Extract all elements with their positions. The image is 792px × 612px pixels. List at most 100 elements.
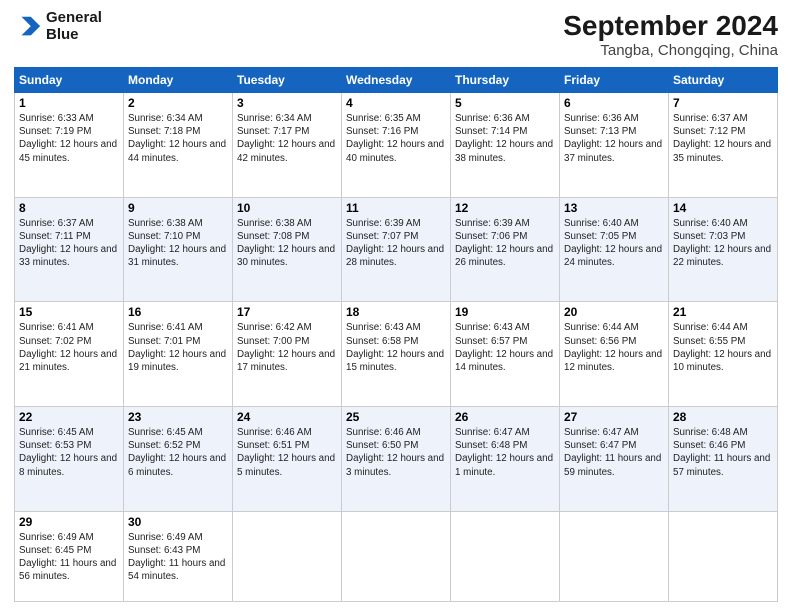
header-thursday: Thursday [451, 68, 560, 93]
day-number: 9 [128, 201, 228, 215]
table-cell: 25 Sunrise: 6:46 AMSunset: 6:50 PMDayligh… [342, 407, 451, 512]
day-info: Sunrise: 6:43 AMSunset: 6:58 PMDaylight:… [346, 321, 446, 374]
day-number: 11 [346, 201, 446, 215]
location-title: Tangba, Chongqing, China [563, 42, 778, 59]
day-info: Sunrise: 6:46 AMSunset: 6:51 PMDaylight:… [237, 426, 337, 479]
table-cell [669, 511, 778, 601]
table-cell: 30Sunrise: 6:49 AMSunset: 6:43 PMDayligh… [124, 511, 233, 601]
day-info: Sunrise: 6:40 AMSunset: 7:05 PMDaylight:… [564, 217, 664, 270]
day-info: Sunrise: 6:47 AMSunset: 6:47 PMDaylight:… [564, 426, 664, 479]
table-cell: 11 Sunrise: 6:39 AMSunset: 7:07 PMDayligh… [342, 197, 451, 302]
table-cell: 27 Sunrise: 6:47 AMSunset: 6:47 PMDayligh… [560, 407, 669, 512]
day-number: 1 [19, 96, 119, 110]
day-info: Sunrise: 6:48 AMSunset: 6:46 PMDaylight:… [673, 426, 773, 479]
calendar-page: General Blue September 2024 Tangba, Chon… [0, 0, 792, 612]
table-cell: 20 Sunrise: 6:44 AMSunset: 6:56 PMDayligh… [560, 302, 669, 407]
table-cell: 1Sunrise: 6:33 AMSunset: 7:19 PMDaylight… [15, 93, 124, 198]
table-cell: 26Sunrise: 6:47 AMSunset: 6:48 PMDayligh… [451, 407, 560, 512]
table-cell: 5 Sunrise: 6:36 AMSunset: 7:14 PMDaylight… [451, 93, 560, 198]
table-cell: 6 Sunrise: 6:36 AMSunset: 7:13 PMDaylight… [560, 93, 669, 198]
header: General Blue September 2024 Tangba, Chon… [14, 10, 778, 59]
day-number: 27 [564, 410, 664, 424]
day-number: 5 [455, 96, 555, 110]
day-info: Sunrise: 6:44 AMSunset: 6:56 PMDaylight:… [564, 321, 664, 374]
day-info: Sunrise: 6:35 AMSunset: 7:16 PMDaylight:… [346, 112, 446, 165]
table-cell: 10Sunrise: 6:38 AMSunset: 7:08 PMDayligh… [233, 197, 342, 302]
day-info: Sunrise: 6:45 AMSunset: 6:52 PMDaylight:… [128, 426, 228, 479]
header-tuesday: Tuesday [233, 68, 342, 93]
day-info: Sunrise: 6:37 AMSunset: 7:11 PMDaylight:… [19, 217, 119, 270]
day-number: 7 [673, 96, 773, 110]
header-friday: Friday [560, 68, 669, 93]
logo: General Blue [14, 10, 102, 43]
day-number: 17 [237, 305, 337, 319]
day-info: Sunrise: 6:45 AMSunset: 6:53 PMDaylight:… [19, 426, 119, 479]
logo-text: General Blue [46, 10, 102, 43]
day-number: 28 [673, 410, 773, 424]
day-info: Sunrise: 6:38 AMSunset: 7:10 PMDaylight:… [128, 217, 228, 270]
table-cell: 3 Sunrise: 6:34 AMSunset: 7:17 PMDaylight… [233, 93, 342, 198]
day-info: Sunrise: 6:43 AMSunset: 6:57 PMDaylight:… [455, 321, 555, 374]
title-block: September 2024 Tangba, Chongqing, China [563, 10, 778, 59]
logo-line1: General [46, 10, 102, 27]
logo-line2: Blue [46, 27, 102, 44]
day-info: Sunrise: 6:44 AMSunset: 6:55 PMDaylight:… [673, 321, 773, 374]
table-cell: 23 Sunrise: 6:45 AMSunset: 6:52 PMDayligh… [124, 407, 233, 512]
table-cell: 15 Sunrise: 6:41 AMSunset: 7:02 PMDayligh… [15, 302, 124, 407]
day-info: Sunrise: 6:37 AMSunset: 7:12 PMDaylight:… [673, 112, 773, 165]
day-number: 19 [455, 305, 555, 319]
day-number: 4 [346, 96, 446, 110]
table-cell: 9 Sunrise: 6:38 AMSunset: 7:10 PMDaylight… [124, 197, 233, 302]
day-info: Sunrise: 6:42 AMSunset: 7:00 PMDaylight:… [237, 321, 337, 374]
day-info: Sunrise: 6:46 AMSunset: 6:50 PMDaylight:… [346, 426, 446, 479]
table-cell: 21 Sunrise: 6:44 AMSunset: 6:55 PMDayligh… [669, 302, 778, 407]
table-cell: 28 Sunrise: 6:48 AMSunset: 6:46 PMDayligh… [669, 407, 778, 512]
day-number: 10 [237, 201, 337, 215]
day-number: 29 [19, 515, 119, 529]
table-cell: 29 Sunrise: 6:49 AMSunset: 6:45 PMDayligh… [15, 511, 124, 601]
day-number: 22 [19, 410, 119, 424]
month-title: September 2024 [563, 10, 778, 42]
table-cell: 24 Sunrise: 6:46 AMSunset: 6:51 PMDayligh… [233, 407, 342, 512]
table-cell: 14 Sunrise: 6:40 AMSunset: 7:03 PMDayligh… [669, 197, 778, 302]
day-number: 18 [346, 305, 446, 319]
table-cell: 22 Sunrise: 6:45 AMSunset: 6:53 PMDayligh… [15, 407, 124, 512]
day-number: 26 [455, 410, 555, 424]
day-info: Sunrise: 6:36 AMSunset: 7:14 PMDaylight:… [455, 112, 555, 165]
day-info: Sunrise: 6:34 AMSunset: 7:17 PMDaylight:… [237, 112, 337, 165]
table-cell: 4 Sunrise: 6:35 AMSunset: 7:16 PMDaylight… [342, 93, 451, 198]
day-number: 15 [19, 305, 119, 319]
day-number: 21 [673, 305, 773, 319]
table-cell: 2 Sunrise: 6:34 AMSunset: 7:18 PMDaylight… [124, 93, 233, 198]
day-number: 24 [237, 410, 337, 424]
table-cell: 18 Sunrise: 6:43 AMSunset: 6:58 PMDayligh… [342, 302, 451, 407]
table-cell: 7 Sunrise: 6:37 AMSunset: 7:12 PMDaylight… [669, 93, 778, 198]
day-number: 16 [128, 305, 228, 319]
header-wednesday: Wednesday [342, 68, 451, 93]
day-info: Sunrise: 6:49 AMSunset: 6:45 PMDaylight:… [19, 531, 119, 584]
day-info: Sunrise: 6:41 AMSunset: 7:01 PMDaylight:… [128, 321, 228, 374]
day-info: Sunrise: 6:40 AMSunset: 7:03 PMDaylight:… [673, 217, 773, 270]
calendar-row: 8 Sunrise: 6:37 AMSunset: 7:11 PMDaylight… [15, 197, 778, 302]
day-number: 3 [237, 96, 337, 110]
table-cell: 19 Sunrise: 6:43 AMSunset: 6:57 PMDayligh… [451, 302, 560, 407]
day-number: 25 [346, 410, 446, 424]
header-sunday: Sunday [15, 68, 124, 93]
day-number: 6 [564, 96, 664, 110]
day-number: 20 [564, 305, 664, 319]
weekday-header-row: Sunday Monday Tuesday Wednesday Thursday… [15, 68, 778, 93]
day-info: Sunrise: 6:36 AMSunset: 7:13 PMDaylight:… [564, 112, 664, 165]
day-number: 2 [128, 96, 228, 110]
day-info: Sunrise: 6:39 AMSunset: 7:07 PMDaylight:… [346, 217, 446, 270]
day-number: 23 [128, 410, 228, 424]
day-info: Sunrise: 6:34 AMSunset: 7:18 PMDaylight:… [128, 112, 228, 165]
day-number: 8 [19, 201, 119, 215]
table-cell: 8 Sunrise: 6:37 AMSunset: 7:11 PMDaylight… [15, 197, 124, 302]
table-cell: 13Sunrise: 6:40 AMSunset: 7:05 PMDayligh… [560, 197, 669, 302]
day-number: 30 [128, 515, 228, 529]
table-cell: 16 Sunrise: 6:41 AMSunset: 7:01 PMDayligh… [124, 302, 233, 407]
table-cell [342, 511, 451, 601]
day-number: 14 [673, 201, 773, 215]
day-info: Sunrise: 6:41 AMSunset: 7:02 PMDaylight:… [19, 321, 119, 374]
logo-icon [14, 13, 42, 41]
